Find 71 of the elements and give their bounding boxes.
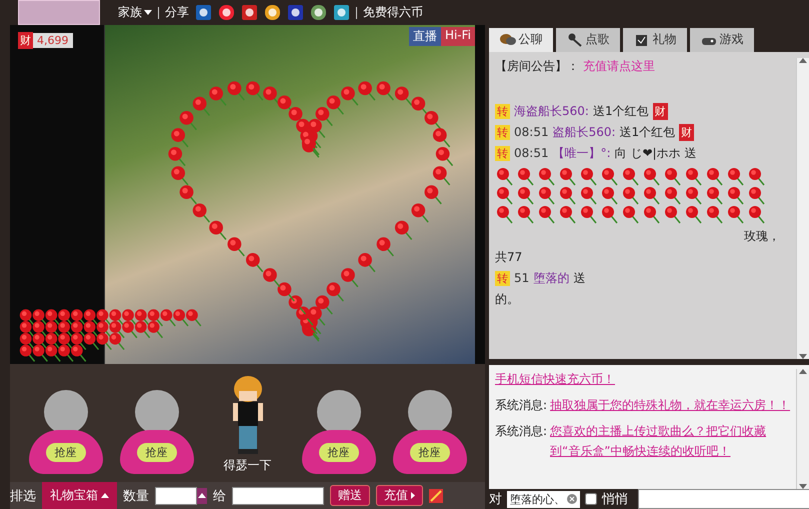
caret-icon (198, 493, 206, 498)
gift-badge: 财 (679, 124, 694, 141)
message-time: 08:51 (514, 125, 549, 140)
message-text: 玫瑰， (744, 228, 780, 245)
chat-tab[interactable]: 礼物 (623, 28, 687, 52)
share-site-icon[interactable] (218, 4, 235, 21)
message-text: 共77 (495, 248, 522, 266)
free-coins-link[interactable]: 免费得六币 (363, 4, 423, 21)
share-site-icon[interactable] (264, 4, 281, 21)
grab-seat-button[interactable]: 抢座 (318, 442, 358, 462)
nav-link[interactable]: 分享 (165, 4, 189, 21)
message-text: 送1个红包 (592, 102, 649, 120)
recipient-label: 给 (213, 488, 226, 505)
quantity-field[interactable] (155, 486, 197, 505)
system-message-label: 系统消息: (495, 397, 548, 414)
seat-user-name: 得瑟一下 (224, 457, 272, 474)
sender-name[interactable]: 盗船长560: (552, 124, 616, 141)
chat-tab[interactable]: 游戏 (690, 28, 754, 52)
filter-label: 排选 (10, 488, 36, 505)
caret-icon (101, 493, 109, 498)
recipient-label: 对 (489, 491, 502, 508)
share-site-icon[interactable] (333, 4, 350, 21)
share-site-icon[interactable] (241, 4, 258, 21)
system-message-link[interactable]: 手机短信快速充六币！ (495, 369, 796, 390)
stream-badge: 直播 (408, 27, 441, 46)
sender-name[interactable]: 【唯一】°: (552, 144, 611, 162)
share-site-icon[interactable] (310, 4, 327, 21)
send-button[interactable]: 赠送 (330, 485, 370, 506)
message-time: 51 (514, 271, 530, 286)
caret-icon (411, 492, 415, 500)
scrollbar[interactable] (796, 369, 809, 489)
message-text: 送1个红包 (620, 124, 676, 141)
whisper-label: 悄悄 (602, 491, 628, 508)
whisper-checkbox[interactable] (585, 493, 597, 505)
chat-tab[interactable]: 公聊 (489, 28, 553, 52)
chat-tab[interactable]: 点歌 (556, 28, 620, 52)
message-text: 向 じ❤|ホホ 送 (614, 144, 696, 162)
system-message-link[interactable]: 您喜欢的主播上传过歌曲么？把它们收藏到“音乐盒”中畅快连续的收听吧！ (550, 421, 796, 462)
share-site-icon[interactable] (195, 4, 212, 21)
recharge-button[interactable]: 充值 (376, 485, 423, 506)
message-field[interactable] (638, 489, 809, 509)
nav-link[interactable]: 家族 (118, 4, 152, 21)
stream-badge: Hi-Fi (440, 27, 475, 46)
share-site-icon[interactable] (287, 4, 304, 21)
speech-bubble-icon (500, 32, 516, 47)
wealth-value: 4,699 (33, 33, 72, 48)
scroll-up-arrow-icon[interactable] (799, 369, 807, 374)
message-time: 08:51 (514, 146, 549, 160)
system-message-label: 系统消息: (495, 423, 548, 440)
clear-icon (567, 494, 577, 504)
announcement-label: 【房间公告】： (495, 58, 579, 75)
scrollbar[interactable] (796, 58, 809, 360)
scroll-up-arrow-icon[interactable] (799, 58, 807, 63)
caret-icon (144, 10, 152, 15)
message-text: 送 (573, 270, 586, 287)
gift-box-tab[interactable]: 礼物宝箱 (42, 482, 117, 509)
system-message-link[interactable]: 抽取独属于您的特殊礼物，就在幸运六房！！ (550, 395, 796, 416)
spinner-button[interactable] (197, 488, 207, 504)
scroll-down-arrow-icon[interactable] (799, 354, 807, 360)
recipient-field[interactable] (232, 486, 324, 505)
wealth-badge: 财 (18, 32, 33, 49)
microphone-icon (566, 32, 582, 47)
grab-seat-button[interactable]: 抢座 (46, 442, 86, 462)
quantity-label: 数量 (123, 488, 149, 505)
message-text: 的。 (495, 290, 519, 308)
grab-seat-button[interactable]: 抢座 (410, 442, 450, 462)
grab-seat-button[interactable]: 抢座 (136, 442, 176, 462)
gift-badge: 财 (652, 102, 668, 120)
sender-name[interactable]: 海盗船长560: (514, 102, 589, 120)
recipient-select[interactable]: 堕落的心、 (507, 490, 580, 508)
sender-name[interactable]: 堕落的 (533, 270, 570, 287)
